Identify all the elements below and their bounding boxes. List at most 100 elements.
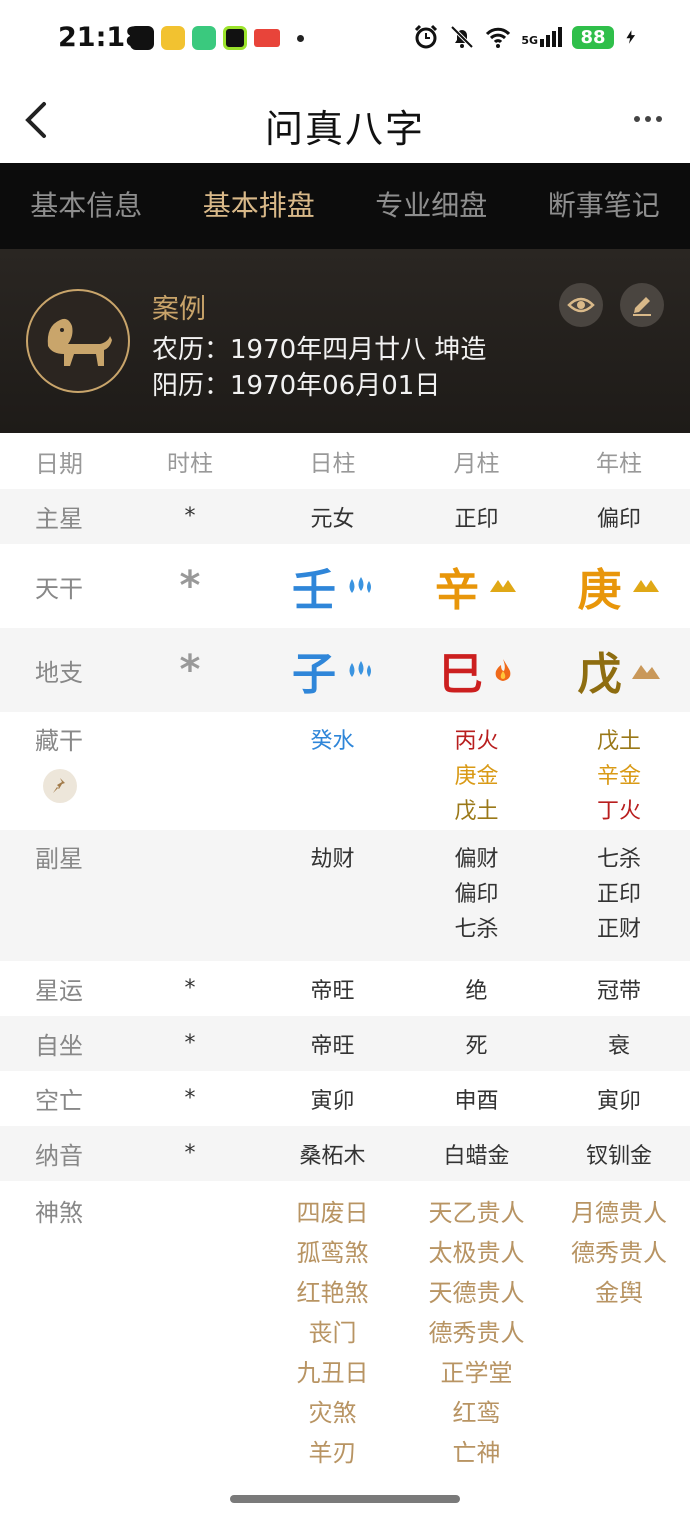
tiktok-icon xyxy=(130,26,154,50)
tiangan-hour: * xyxy=(179,563,201,609)
battery-app-icon xyxy=(192,26,216,50)
canggan-year: 戊土 辛金 丁火 xyxy=(548,724,690,829)
shensha-item[interactable]: 正学堂 xyxy=(405,1353,548,1393)
dizhi-hour: * xyxy=(179,647,201,693)
bazi-table: 日期 时柱 日柱 月柱 年柱 主星 * 元女 正印 偏印 天干 * 壬 辛 庚 … xyxy=(0,433,690,1501)
canggan-item: 庚金 xyxy=(454,764,499,789)
zhuxing-year: 偏印 xyxy=(596,506,641,532)
fuxing-item: 七杀 xyxy=(454,917,499,942)
fuxing-day: 劫财 xyxy=(260,842,405,877)
zizuo-year: 衰 xyxy=(607,1033,630,1059)
weibo-icon xyxy=(161,26,185,50)
zhuxing-month: 正印 xyxy=(454,506,499,532)
tiangan-year: 庚 xyxy=(577,565,622,616)
edit-button[interactable] xyxy=(620,283,664,327)
row-label: 星运 xyxy=(35,977,83,1005)
more-dot-icon xyxy=(656,116,662,122)
canggan-item: 戊土 xyxy=(596,729,641,754)
dizhi-day: 子 xyxy=(291,649,336,700)
row-kongwang: 空亡 * 寅卯 申酉 寅卯 xyxy=(0,1071,690,1126)
mute-bell-icon xyxy=(450,25,474,49)
canggan-item: 丙火 xyxy=(454,729,499,754)
row-zizuo: 自坐 * 帝旺 死 衰 xyxy=(0,1016,690,1071)
green-app-icon xyxy=(223,26,247,50)
xingyun-year: 冠带 xyxy=(596,978,641,1004)
shensha-item[interactable]: 亡神 xyxy=(405,1433,548,1473)
fuxing-item: 偏财 xyxy=(454,847,499,872)
fire-icon xyxy=(495,659,511,681)
row-tiangan: 天干 * 壬 辛 庚 xyxy=(0,544,690,628)
tab-notes[interactable]: 断事笔记 xyxy=(518,163,690,249)
solar-date: 阳历：1970年06月01日 xyxy=(152,371,441,401)
shensha-item[interactable]: 德秀贵人 xyxy=(548,1233,690,1273)
shensha-item[interactable]: 天乙贵人 xyxy=(405,1193,548,1233)
water-drops-icon xyxy=(349,661,372,677)
nayin-month: 白蜡金 xyxy=(443,1143,510,1169)
nav-bar: 问真八字 xyxy=(0,78,690,164)
zizuo-month: 死 xyxy=(465,1033,488,1059)
tab-pro-chart[interactable]: 专业细盘 xyxy=(345,163,518,249)
shensha-item[interactable]: 孤鸾煞 xyxy=(260,1233,405,1273)
canggan-label-cell: 藏干 xyxy=(0,724,120,803)
dizhi-month: 巳 xyxy=(438,649,483,700)
fuxing-item: 正印 xyxy=(596,882,641,907)
tab-basic-chart[interactable]: 基本排盘 xyxy=(173,163,346,249)
shensha-item[interactable]: 四废日 xyxy=(260,1193,405,1233)
shensha-item[interactable]: 金舆 xyxy=(548,1273,690,1313)
row-nayin: 纳音 * 桑柘木 白蜡金 钗钏金 xyxy=(0,1126,690,1181)
charging-bolt-icon xyxy=(626,30,636,44)
tab-bar: 基本信息 基本排盘 专业细盘 断事笔记 xyxy=(0,163,690,249)
signal-label: 5G xyxy=(521,34,538,47)
header-date: 日期 xyxy=(35,449,83,478)
shensha-item[interactable]: 羊刃 xyxy=(260,1433,405,1473)
more-dot-icon xyxy=(634,116,640,122)
kongwang-hour: * xyxy=(184,1086,196,1111)
shensha-item[interactable]: 灾煞 xyxy=(260,1393,405,1433)
canggan-item: 辛金 xyxy=(596,764,641,789)
dizhi-day-cell: 子 xyxy=(260,638,405,702)
canggan-item: 癸水 xyxy=(310,729,355,754)
shensha-item[interactable]: 红艳煞 xyxy=(260,1273,405,1313)
canggan-month: 丙火 庚金 戊土 xyxy=(405,724,548,829)
zizuo-day: 帝旺 xyxy=(310,1033,355,1059)
shensha-item[interactable]: 天德贵人 xyxy=(405,1273,548,1313)
fuxing-item: 七杀 xyxy=(596,847,641,872)
kongwang-day: 寅卯 xyxy=(310,1088,355,1114)
fuxing-item: 劫财 xyxy=(310,847,355,872)
xingyun-month: 绝 xyxy=(465,978,488,1004)
shensha-item[interactable]: 太极贵人 xyxy=(405,1233,548,1273)
canggan-item: 戊土 xyxy=(454,799,499,824)
row-label: 空亡 xyxy=(35,1087,83,1115)
alarm-icon xyxy=(415,24,438,49)
gold-ingot-icon xyxy=(490,580,517,592)
pin-icon xyxy=(53,778,65,793)
row-label: 主星 xyxy=(35,505,83,533)
pin-button[interactable] xyxy=(43,769,77,803)
row-zhuxing: 主星 * 元女 正印 偏印 xyxy=(0,489,690,544)
kongwang-month: 申酉 xyxy=(454,1088,499,1114)
shensha-item[interactable]: 月德贵人 xyxy=(548,1193,690,1233)
zizuo-hour: * xyxy=(184,1031,196,1056)
shensha-item[interactable]: 德秀贵人 xyxy=(405,1313,548,1353)
shensha-item[interactable]: 九丑日 xyxy=(260,1353,405,1393)
header-month: 月柱 xyxy=(453,451,500,477)
shensha-item[interactable]: 丧门 xyxy=(260,1313,405,1353)
pencil-icon xyxy=(633,297,651,316)
tab-basic-info[interactable]: 基本信息 xyxy=(0,163,173,249)
more-options-button[interactable] xyxy=(628,104,668,134)
view-button[interactable] xyxy=(559,283,603,327)
row-label: 神煞 xyxy=(35,1199,83,1227)
zhuxing-hour: * xyxy=(184,504,196,529)
lunar-date: 农历：1970年四月廿八 坤造 xyxy=(152,335,487,365)
shensha-month: 天乙贵人 太极贵人 天德贵人 德秀贵人 正学堂 红鸾 亡神 xyxy=(405,1193,548,1473)
dizhi-year-cell: 戊 xyxy=(548,638,690,702)
dog-icon xyxy=(47,318,112,366)
row-label: 地支 xyxy=(35,658,83,687)
shensha-item[interactable]: 红鸾 xyxy=(405,1393,548,1433)
profile-card: 案例 农历：1970年四月廿八 坤造 阳历：1970年06月01日 xyxy=(0,249,690,433)
row-dizhi: 地支 * 子 巳 戊 xyxy=(0,628,690,712)
row-label: 藏干 xyxy=(35,727,83,755)
fuxing-item: 偏印 xyxy=(454,882,499,907)
row-fuxing: 副星 劫财 偏财 偏印 七杀 七杀 正印 正财 xyxy=(0,830,690,961)
home-indicator[interactable] xyxy=(230,1495,460,1503)
